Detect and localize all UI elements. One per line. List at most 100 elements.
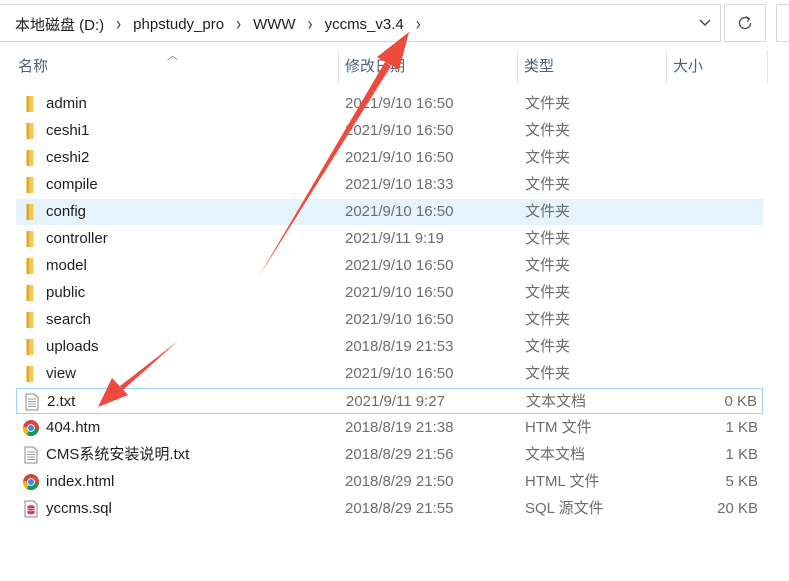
file-size: 1 KB [725,419,758,436]
breadcrumb-chevron-icon[interactable]: › [410,14,427,34]
folder-icon [26,177,34,193]
chevron-down-icon [699,19,711,26]
breadcrumb-chevron-icon[interactable]: › [302,14,319,34]
column-divider[interactable] [767,50,768,84]
file-row[interactable]: ceshi2 2021/9/10 16:50 文件夹 [16,145,763,171]
file-name: 2.txt [47,393,76,410]
file-date: 2021/9/10 16:50 [345,311,454,328]
file-name: compile [46,176,98,193]
breadcrumb-www[interactable]: WWW [247,16,301,33]
file-row[interactable]: search 2021/9/10 16:50 文件夹 [16,307,763,333]
file-date: 2021/9/10 16:50 [345,203,454,220]
file-row[interactable]: ceshi1 2021/9/10 16:50 文件夹 [16,118,763,144]
folder-icon [26,231,34,247]
file-row[interactable]: view 2021/9/10 16:50 文件夹 [16,361,763,387]
file-name: CMS系统安装说明.txt [46,446,190,463]
file-date: 2018/8/29 21:55 [345,500,454,517]
file-row[interactable]: CMS系统安装说明.txt 2018/8/29 21:56 文本文档 1 KB [16,442,763,468]
folder-icon [26,339,34,355]
file-name: ceshi1 [46,122,90,139]
file-row[interactable]: controller 2021/9/11 9:19 文件夹 [16,226,763,252]
file-type: 文本文档 [526,393,587,410]
file-size: 20 KB [717,500,758,517]
file-date: 2021/9/10 16:50 [345,284,454,301]
file-type: 文件夹 [525,203,571,220]
text-file-icon [25,393,39,411]
file-name: index.html [46,473,115,490]
search-box[interactable] [776,4,789,42]
file-type: 文件夹 [525,95,571,112]
address-bar[interactable]: 本地磁盘 (D:) › phpstudy_pro › WWW › yccms_v… [0,4,721,42]
address-history-dropdown[interactable] [690,5,720,41]
file-name: public [46,284,86,301]
file-name: model [46,257,87,274]
file-row[interactable]: public 2021/9/10 16:50 文件夹 [16,280,763,306]
file-name: admin [46,95,87,112]
column-type[interactable]: 类型 [518,50,666,84]
file-date: 2021/9/10 16:50 [345,365,454,382]
breadcrumb-chevron-icon[interactable]: › [230,14,247,34]
file-size: 0 KB [724,393,757,410]
file-row[interactable]: uploads 2018/8/19 21:53 文件夹 [16,334,763,360]
file-type: 文件夹 [525,365,571,382]
file-date: 2018/8/29 21:56 [345,446,454,463]
file-date: 2021/9/10 18:33 [345,176,454,193]
column-name[interactable]: 名称 [12,50,338,84]
file-type: HTML 文件 [525,473,600,490]
file-type: 文本文档 [525,446,586,463]
folder-icon [26,204,34,220]
file-date: 2021/9/11 9:27 [346,393,445,410]
folder-icon [26,312,34,328]
column-header: ︿ 名称 修改日期 类型 大小 [0,50,770,84]
file-name: ceshi2 [46,149,90,166]
folder-icon [26,258,34,274]
folder-icon [26,96,34,112]
file-type: 文件夹 [525,284,571,301]
breadcrumb-chevron-icon[interactable]: › [110,14,127,34]
folder-icon [26,366,34,382]
chrome-icon [22,420,39,437]
breadcrumb-yccms[interactable]: yccms_v3.4 [319,16,410,33]
file-date: 2021/9/11 9:19 [345,230,444,247]
file-name: view [46,365,77,382]
file-type: 文件夹 [525,257,571,274]
breadcrumb-phpstudy[interactable]: phpstudy_pro [127,16,230,33]
sql-file-icon [24,500,38,518]
breadcrumb-drive[interactable]: 本地磁盘 (D:) [9,14,110,35]
column-date[interactable]: 修改日期 [339,50,517,84]
file-date: 2021/9/10 16:50 [345,149,454,166]
file-type: 文件夹 [525,311,571,328]
file-date: 2018/8/19 21:53 [345,338,454,355]
file-name: config [46,203,87,220]
file-date: 2018/8/19 21:38 [345,419,454,436]
folder-icon [26,123,34,139]
file-type: HTM 文件 [525,419,592,436]
file-row[interactable]: compile 2021/9/10 18:33 文件夹 [16,172,763,198]
file-name: uploads [46,338,99,355]
file-type: SQL 源文件 [525,500,604,517]
refresh-icon [738,16,752,30]
file-row[interactable]: 404.htm 2018/8/19 21:38 HTM 文件 1 KB [16,415,763,441]
file-date: 2021/9/10 16:50 [345,122,454,139]
file-date: 2021/9/10 16:50 [345,95,454,112]
file-row-focused[interactable]: 2.txt 2021/9/11 9:27 文本文档 0 KB [16,388,763,414]
file-name: 404.htm [46,419,101,436]
file-row-selected[interactable]: config 2021/9/10 16:50 文件夹 [16,199,763,225]
text-file-icon [24,446,38,464]
column-size[interactable]: 大小 [667,50,767,84]
folder-icon [26,285,34,301]
file-size: 1 KB [725,446,758,463]
folder-icon [26,150,34,166]
file-row[interactable]: model 2021/9/10 16:50 文件夹 [16,253,763,279]
file-row[interactable]: index.html 2018/8/29 21:50 HTML 文件 5 KB [16,469,763,495]
file-type: 文件夹 [525,149,571,166]
refresh-button[interactable] [724,4,766,42]
file-row[interactable]: admin 2021/9/10 16:50 文件夹 [16,91,763,117]
file-row[interactable]: yccms.sql 2018/8/29 21:55 SQL 源文件 20 KB [16,496,763,522]
file-name: controller [46,230,108,247]
chrome-icon [22,474,39,491]
file-type: 文件夹 [525,122,571,139]
file-name: yccms.sql [46,500,112,517]
breadcrumb: 本地磁盘 (D:) › phpstudy_pro › WWW › yccms_v… [9,5,427,43]
file-type: 文件夹 [525,230,571,247]
